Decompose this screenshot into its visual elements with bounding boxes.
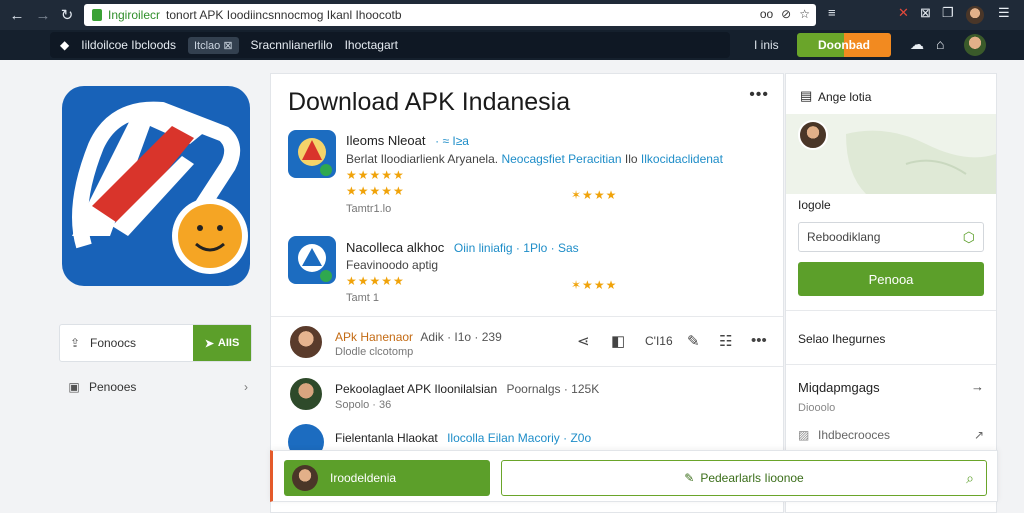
app-details-panel: Download APK Indanesia ••• Ileoms Nleoat… xyxy=(270,73,784,513)
send-icon: ➤ xyxy=(204,337,214,350)
comment-count: C'I16 xyxy=(645,334,673,348)
list-item-title[interactable]: Pekoolaglaet APK Iloonilalsian Poornalgs… xyxy=(335,382,599,396)
apk-download-label: AIIS xyxy=(217,337,240,349)
user-avatar[interactable] xyxy=(964,34,986,56)
calendar-icon: ▣ xyxy=(68,380,80,394)
gallery-icon: ▨ xyxy=(798,428,810,442)
browser-menu-icon[interactable]: ☰ xyxy=(998,5,1010,21)
divider xyxy=(786,310,996,311)
site-pill[interactable]: Itclao ⊠ xyxy=(187,36,239,54)
bottom-action-bar: Iroodeldenia ✎ Pedearlarls Iioonoe ⌕ xyxy=(270,450,998,502)
bottom-primary-label: Iroodeldenia xyxy=(330,471,397,485)
bookmark-star-icon[interactable]: ☆ xyxy=(799,7,810,21)
bottom-primary-button[interactable]: Iroodeldenia xyxy=(284,460,490,496)
share-button-label: Fonoocs xyxy=(90,336,137,350)
page-title: Download APK Indanesia xyxy=(288,88,571,116)
user-avatar xyxy=(292,465,318,491)
download-header-button[interactable]: Doonbad xyxy=(797,33,891,57)
address-scheme: Ingiroilecr xyxy=(108,8,161,22)
rating-stars-right: ✶★★★ xyxy=(571,188,618,202)
sidebar-input[interactable]: Reboodiklang ⬡ xyxy=(798,222,984,252)
rating-stars: ★★★★★ xyxy=(346,168,405,182)
rating-stars-secondary: ★★★★★ xyxy=(346,184,405,198)
app-logo xyxy=(62,86,250,286)
comment-sub: Dlodle clcotomp xyxy=(335,346,414,358)
bottom-secondary-button[interactable]: ✎ Pedearlarls Iioonoe ⌕ xyxy=(501,460,987,496)
back-arrow-icon[interactable]: ← xyxy=(4,2,30,28)
item-footer: Tamt 1 xyxy=(346,292,380,304)
clear-icon[interactable]: ⊘ xyxy=(781,7,791,21)
close-tab-icon[interactable]: ✕ xyxy=(898,5,909,21)
pencil-icon: ✎ xyxy=(684,471,695,485)
site-brand[interactable]: Iildoilcoe Ibcloods xyxy=(81,38,176,52)
map-avatar[interactable] xyxy=(798,120,828,150)
list-item-title[interactable]: Fielentanla Hlaokat Ilocolla Eilan Macor… xyxy=(335,431,591,445)
sidebar-header: Ange lotia xyxy=(818,90,872,104)
row-avatar[interactable] xyxy=(288,376,324,412)
map-label: Iogole xyxy=(798,198,831,212)
sidebar-section-sub: Diooolo xyxy=(798,402,836,414)
sidebar-section-title[interactable]: Miqdapmgags xyxy=(798,380,880,395)
chat-check-icon: ⌕ xyxy=(966,469,974,486)
commenter-avatar[interactable] xyxy=(288,324,324,360)
nav-tabs-label[interactable]: I inis xyxy=(754,38,779,52)
rating-stars: ★★★★★ xyxy=(346,274,405,288)
comment-header: APk Hanenaor Adik · I1o · 239 xyxy=(335,330,502,344)
sidebar-section-item[interactable]: Ihdbecrooces xyxy=(818,428,890,442)
sidebar-section-label[interactable]: Selao Ihegurnes xyxy=(798,332,885,346)
bookmark-icon[interactable]: ▤ xyxy=(800,88,812,104)
right-sidebar: ▤ Ange lotia Iogole Reboodiklang ⬡ Penoo… xyxy=(785,73,997,513)
shield-check-icon: ⬡ xyxy=(962,228,975,245)
rating-stars-right: ✶★★★ xyxy=(571,278,618,292)
forward-arrow-icon[interactable]: → xyxy=(30,2,56,28)
like-icon[interactable]: ◧ xyxy=(611,332,625,350)
divider xyxy=(786,364,996,365)
share-icon[interactable]: ⋖ xyxy=(577,332,590,350)
edit-icon[interactable]: ✎ xyxy=(687,332,700,350)
lock-icon xyxy=(92,9,102,21)
apk-download-button[interactable]: ➤ AIIS xyxy=(193,325,251,361)
address-bar[interactable]: Ingiroilecr tonort APK Ioodiincsnnocmog … xyxy=(84,4,816,26)
list-icon[interactable]: ☷ xyxy=(719,332,732,350)
briefcase-icon[interactable]: ⌂ xyxy=(936,36,944,52)
site-nav: ◆ Iildoilcoe Ibcloods Itclao ⊠ Sracnnlia… xyxy=(50,32,730,58)
site-logo-icon: ◆ xyxy=(60,38,70,52)
item-title[interactable]: Nacolleca alkhoc Oiin liniafig · 1Plo · … xyxy=(346,240,579,255)
bottom-secondary-label: Pedearlarls Iioonoe xyxy=(700,471,804,485)
extension-box-icon[interactable]: ⊠ xyxy=(920,5,931,21)
divider xyxy=(271,366,783,367)
chevron-right-icon: › xyxy=(244,380,248,394)
sidebar-primary-button[interactable]: Penooa xyxy=(798,262,984,296)
more-dots-icon[interactable]: ••• xyxy=(751,332,767,349)
item-subtitle: Berlat Iloodiarlienk Aryanela. Neocagsfi… xyxy=(346,152,723,166)
item-app-icon[interactable] xyxy=(288,236,336,284)
reload-icon[interactable]: ↻ xyxy=(54,2,80,28)
extension-window-icon[interactable]: ❐ xyxy=(942,5,954,21)
nav-link-middle[interactable]: Sracnnlianerlilo xyxy=(251,38,333,52)
address-url: tonort APK Ioodiincsnnocmog Ikanl Ihooco… xyxy=(166,8,402,22)
item-app-icon[interactable] xyxy=(288,130,336,178)
item-subtitle: Feavinoodo aptig xyxy=(346,258,439,272)
permissions-row[interactable]: ▣ Penooes › xyxy=(59,372,252,402)
more-options-icon[interactable]: ••• xyxy=(749,86,769,104)
list-item-sub: Sopolo · 36 xyxy=(335,399,392,411)
item-footer: Tamtr1.lo xyxy=(346,203,392,215)
menu-lines-icon[interactable]: ≡ xyxy=(828,5,836,20)
browser-toolbar: ← → ↻ Ingiroilecr tonort APK Ioodiincsnn… xyxy=(0,0,1024,30)
share-icon: ⇪ xyxy=(69,336,81,350)
arrow-up-right-icon[interactable]: ↗ xyxy=(974,428,984,442)
cloud-icon[interactable]: ☁ xyxy=(910,36,924,53)
item-title[interactable]: Ileoms Nleoat · ≈ I≥a xyxy=(346,133,469,148)
permissions-label: Penooes xyxy=(89,380,137,394)
profile-avatar[interactable] xyxy=(966,6,984,24)
divider xyxy=(271,316,783,317)
share-button[interactable]: ⇪ Fonoocs ➤ AIIS xyxy=(59,324,252,362)
arrow-right-icon[interactable]: → xyxy=(971,379,984,394)
map-preview[interactable] xyxy=(786,114,996,194)
nav-link-right[interactable]: Ihoctagart xyxy=(345,38,398,52)
reader-icon[interactable]: oo xyxy=(760,7,773,21)
